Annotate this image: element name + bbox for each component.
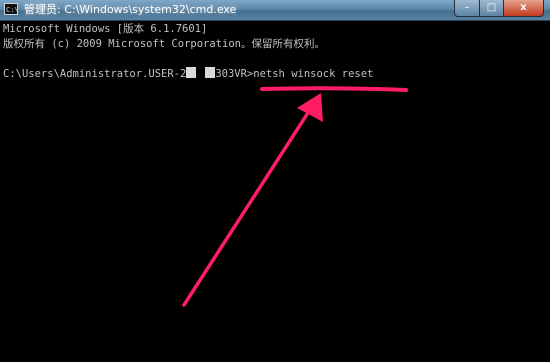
- console-area[interactable]: Microsoft Windows [版本 6.1.7601] 版权所有 (c)…: [0, 21, 550, 362]
- title-bar[interactable]: C:\ 管理员: C:\Windows\system32\cmd.exe – □…: [0, 0, 550, 21]
- window-title: 管理员: C:\Windows\system32\cmd.exe: [24, 3, 237, 16]
- copyright-line: 版权所有 (c) 2009 Microsoft Corporation。保留所有…: [3, 38, 325, 50]
- version-line: Microsoft Windows [版本 6.1.7601]: [3, 23, 208, 35]
- cmd-window: C:\ 管理员: C:\Windows\system32\cmd.exe – □…: [0, 0, 550, 362]
- window-controls: – □ x: [454, 0, 544, 18]
- prompt-prefix: C:\Users\Administrator.USER-2: [3, 68, 187, 80]
- minimize-button[interactable]: –: [454, 0, 480, 17]
- maximize-button[interactable]: □: [480, 0, 504, 17]
- cmd-icon[interactable]: C:\: [4, 3, 19, 15]
- prompt-suffix: 303VR>: [215, 68, 254, 80]
- close-button[interactable]: x: [504, 0, 544, 17]
- redaction-block: [205, 67, 216, 78]
- command-line: C:\Users\Administrator.USER-2 303VR>netsh…: [3, 67, 373, 81]
- command-text: netsh winsock reset: [253, 68, 374, 80]
- redaction-block: [186, 67, 197, 78]
